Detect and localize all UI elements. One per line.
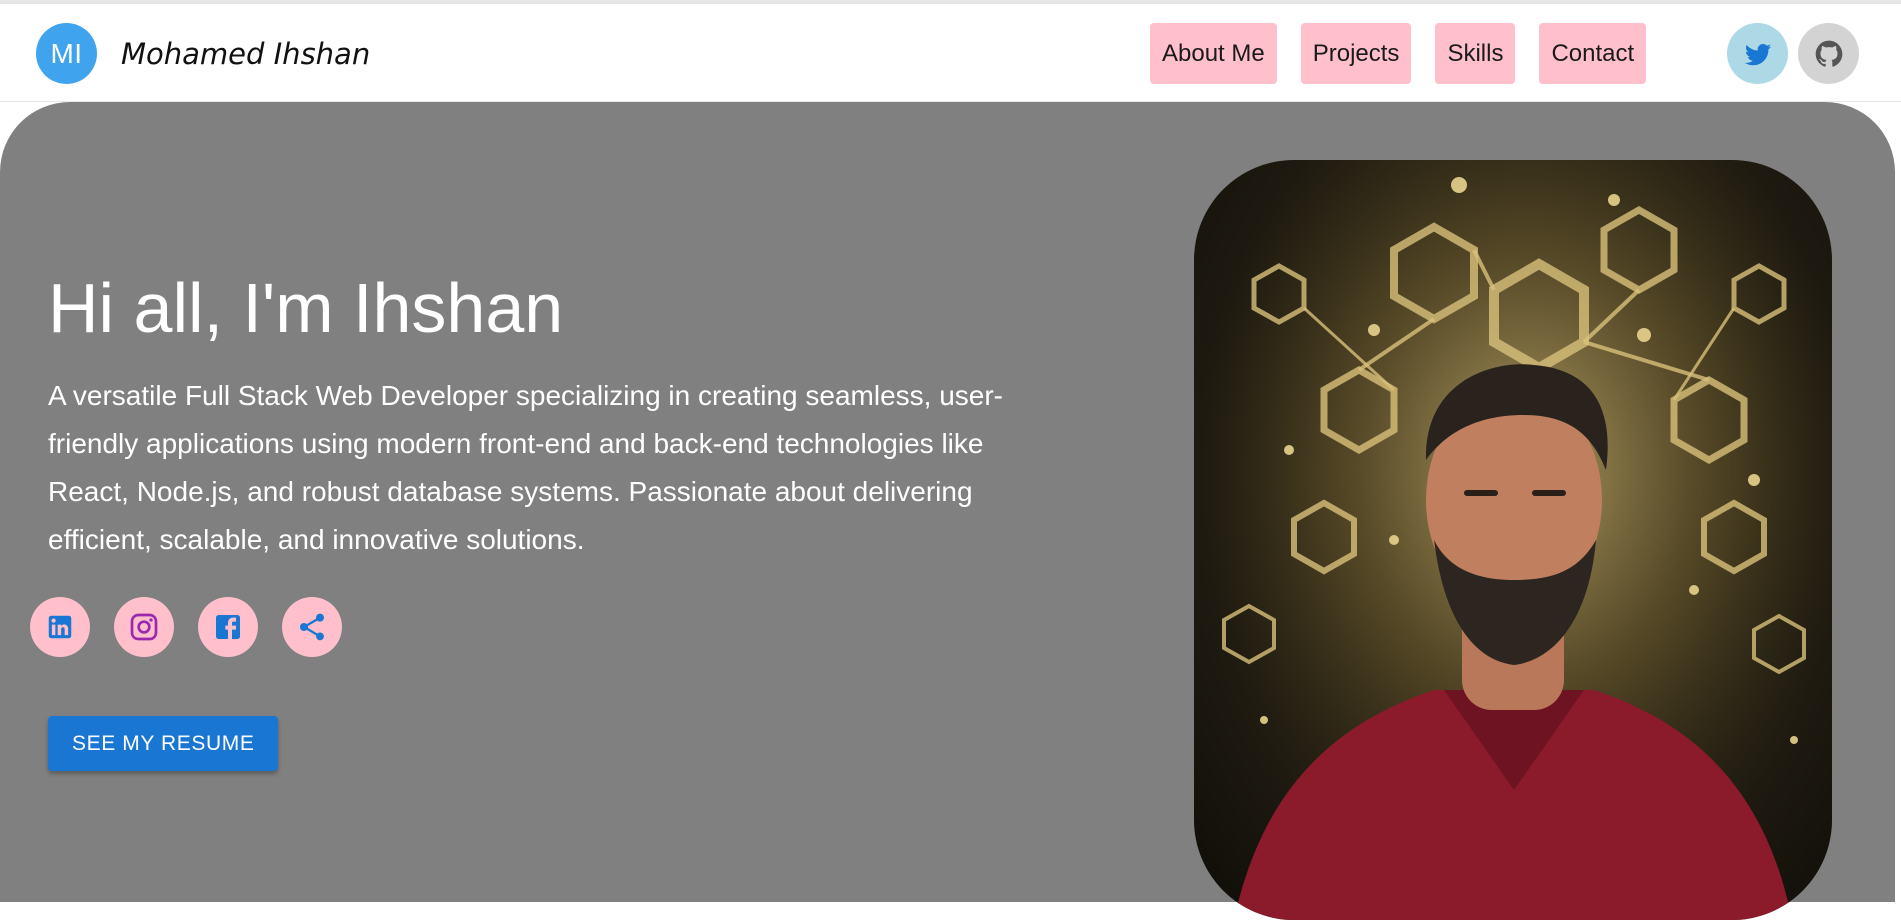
share-icon	[300, 613, 324, 641]
main-nav: About Me Projects Skills Contact	[1150, 23, 1647, 84]
hero-description: A versatile Full Stack Web Developer spe…	[48, 380, 1004, 555]
linkedin-button[interactable]	[30, 597, 90, 657]
instagram-icon	[130, 613, 158, 641]
see-my-resume-button[interactable]: SEE MY RESUME	[48, 716, 279, 771]
profile-photo	[1194, 160, 1832, 920]
instagram-button[interactable]	[114, 597, 174, 657]
profile-photo-illustration	[1194, 160, 1832, 920]
share-button[interactable]	[282, 597, 342, 657]
linkedin-icon	[48, 615, 72, 639]
nav-about-me-button[interactable]: About Me	[1150, 23, 1277, 84]
brand-name: Mohamed Ihshan	[121, 37, 371, 71]
hero-social-links	[30, 597, 342, 657]
nav-contact-button[interactable]: Contact	[1539, 23, 1647, 84]
hero-title: Hi all, I'm Ihshan	[48, 269, 564, 347]
facebook-icon	[216, 615, 240, 639]
nav-skills-button[interactable]: Skills	[1435, 23, 1516, 84]
avatar[interactable]: MI	[36, 23, 97, 84]
github-button[interactable]	[1798, 23, 1859, 84]
twitter-icon	[1744, 43, 1771, 65]
site-header: MI Mohamed Ihshan About Me Projects Skil…	[0, 4, 1901, 102]
github-icon	[1815, 40, 1842, 67]
facebook-button[interactable]	[198, 597, 258, 657]
nav-projects-button[interactable]: Projects	[1300, 23, 1412, 84]
twitter-button[interactable]	[1727, 23, 1788, 84]
hero-section: Hi all, I'm Ihshan A versatile Full Stac…	[0, 102, 1895, 920]
